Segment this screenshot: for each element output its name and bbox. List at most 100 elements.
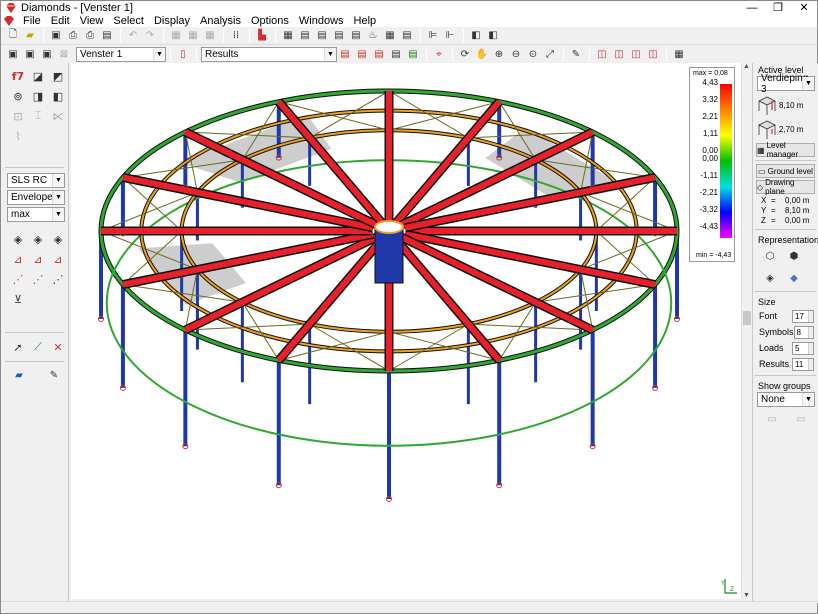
ground-level-button[interactable]: ▭ Ground level [756,164,815,178]
groups-select[interactable]: None ▼ [757,392,815,407]
member-a-icon[interactable]: ⊡ [9,107,27,125]
select-a-icon[interactable]: ⌖ [431,46,447,62]
display-j-icon[interactable]: ⊻ [9,290,27,308]
draw-line-icon[interactable]: ⟋ [29,338,47,356]
filter-b-icon[interactable]: ◫ [611,46,627,62]
menu-windows[interactable]: Windows [294,15,349,27]
view-c-icon[interactable]: ▣ [39,46,55,62]
measure-icon[interactable]: ✎ [568,46,584,62]
scale-tool-icon[interactable]: f7 [9,67,27,85]
menu-view[interactable]: View [75,15,109,27]
print-icon[interactable]: ⎙ [82,28,98,44]
results-select[interactable]: Results ▼ [201,46,337,62]
rotate-icon[interactable]: ⟳ [457,46,473,62]
drawing-plane-button[interactable]: ◇ Drawing plane [756,178,815,196]
fire-icon[interactable]: ♨ [365,28,381,44]
zoom-out-icon[interactable]: ⊖ [508,46,524,62]
filter-d-icon[interactable]: ◫ [645,46,661,62]
member-b-icon[interactable]: ⌶ [29,107,47,125]
result-b-icon[interactable]: ▤ [354,46,370,62]
scroll-down-icon[interactable]: ▼ [743,592,750,599]
display-c-icon[interactable]: ◈ [49,230,67,248]
groups-a-icon[interactable]: ▭ [759,411,785,427]
grid-b-icon[interactable]: ▦ [185,28,201,44]
envelope-select[interactable]: Envelope ▼ [7,190,65,205]
view-select[interactable]: Venster 1 ▼ [76,46,166,62]
view-a-icon[interactable]: ▣ [5,46,21,62]
grid-c-icon[interactable]: ▦ [202,28,218,44]
structure-3d-view[interactable] [71,63,741,599]
plate-view-icon[interactable]: ▰ [11,367,27,383]
display-h-icon[interactable]: ⋰ [29,270,47,288]
column-3d-icon[interactable]: ◩ [49,67,67,85]
filter-a-icon[interactable]: ◫ [594,46,610,62]
menu-select[interactable]: Select [108,15,149,27]
display-f-icon[interactable]: ⊿ [49,250,67,268]
table-b-icon[interactable]: ▤ [297,28,313,44]
hidden-view-icon[interactable]: ⬢ [783,246,805,266]
support-icon[interactable]: ◨ [29,87,47,105]
table-e-icon[interactable]: ▤ [348,28,364,44]
align-a-icon[interactable]: ⊫ [425,28,441,44]
core-top-ring[interactable] [374,220,404,234]
size-spinner[interactable]: 17 [792,309,814,323]
menu-options[interactable]: Options [246,15,294,27]
align-b-icon[interactable]: ⊩ [442,28,458,44]
max-select[interactable]: max ▼ [7,207,65,222]
scroll-thumb[interactable] [743,311,751,325]
menu-analysis[interactable]: Analysis [195,15,246,27]
results-toggle-icon[interactable]: ▯ [175,46,191,62]
close-view-icon[interactable]: ⊠ [56,46,72,62]
member-d-icon[interactable]: ⌇ [9,127,27,145]
minimize-button[interactable]: — [739,1,765,15]
display-g-icon[interactable]: ⋰ [9,270,27,288]
display-b-icon[interactable]: ◈ [29,230,47,248]
menu-file[interactable]: File [18,15,46,27]
display-e-icon[interactable]: ⊿ [29,250,47,268]
view-b-icon[interactable]: ▣ [22,46,38,62]
edit-plate-icon[interactable]: ✎ [46,367,62,383]
pan-hand-icon[interactable]: ✋ [474,46,490,62]
node-icon[interactable]: ⊚ [9,87,27,105]
scroll-up-icon[interactable]: ▲ [743,63,750,70]
redo-icon[interactable]: ↷ [142,28,158,44]
result-a-icon[interactable]: ▤ [337,46,353,62]
report-icon[interactable]: ▤ [99,28,115,44]
zoom-window-icon[interactable]: ⊙ [525,46,541,62]
new-file-icon[interactable]: 🗋 [5,28,21,44]
undo-icon[interactable]: ↶ [125,28,141,44]
table-f-icon[interactable]: ▦ [382,28,398,44]
toggle-a-icon[interactable]: ◧ [468,28,484,44]
member-c-icon[interactable]: ⋉ [49,107,67,125]
display-a-icon[interactable]: ◈ [9,230,27,248]
table-d-icon[interactable]: ▤ [331,28,347,44]
size-spinner[interactable]: 5 [792,341,814,355]
restore-button[interactable]: ❐ [765,1,791,15]
menu-edit[interactable]: Edit [46,15,75,27]
size-spinner[interactable]: 11 [792,357,814,371]
plate-icon[interactable]: ◧ [49,87,67,105]
level-select[interactable]: Verdieping 3 ▼ [757,73,815,95]
print-preview-icon[interactable]: ⎙ [65,28,81,44]
grid-dots-icon[interactable]: ⁞⁞ [228,28,244,44]
wireframe-view-icon[interactable]: ⬡ [759,246,781,266]
result-e-icon[interactable]: ▤ [405,46,421,62]
load-case-select[interactable]: SLS RC ▼ [7,173,65,188]
menu-display[interactable]: Display [149,15,195,27]
diamond-doc-icon[interactable] [3,16,15,26]
display-d-icon[interactable]: ⊿ [9,250,27,268]
result-d-icon[interactable]: ▤ [388,46,404,62]
close-button[interactable]: ✕ [791,1,817,15]
delete-line-icon[interactable]: ✕ [49,338,67,356]
central-core[interactable] [374,226,404,284]
table-g-icon[interactable]: ▤ [399,28,415,44]
vertical-scrollbar[interactable]: ▲ ▼ [741,63,751,599]
grid-a-icon[interactable]: ▦ [168,28,184,44]
beam-3d-icon[interactable]: ◪ [29,67,47,85]
layout-icon[interactable]: ▦ [671,46,687,62]
groups-b-icon[interactable]: ▭ [788,411,814,427]
result-c-icon[interactable]: ▤ [371,46,387,62]
level-manager-button[interactable]: ▦ Level manager [756,141,815,159]
table-a-icon[interactable]: ▦ [280,28,296,44]
save-icon[interactable]: ▣ [48,28,64,44]
